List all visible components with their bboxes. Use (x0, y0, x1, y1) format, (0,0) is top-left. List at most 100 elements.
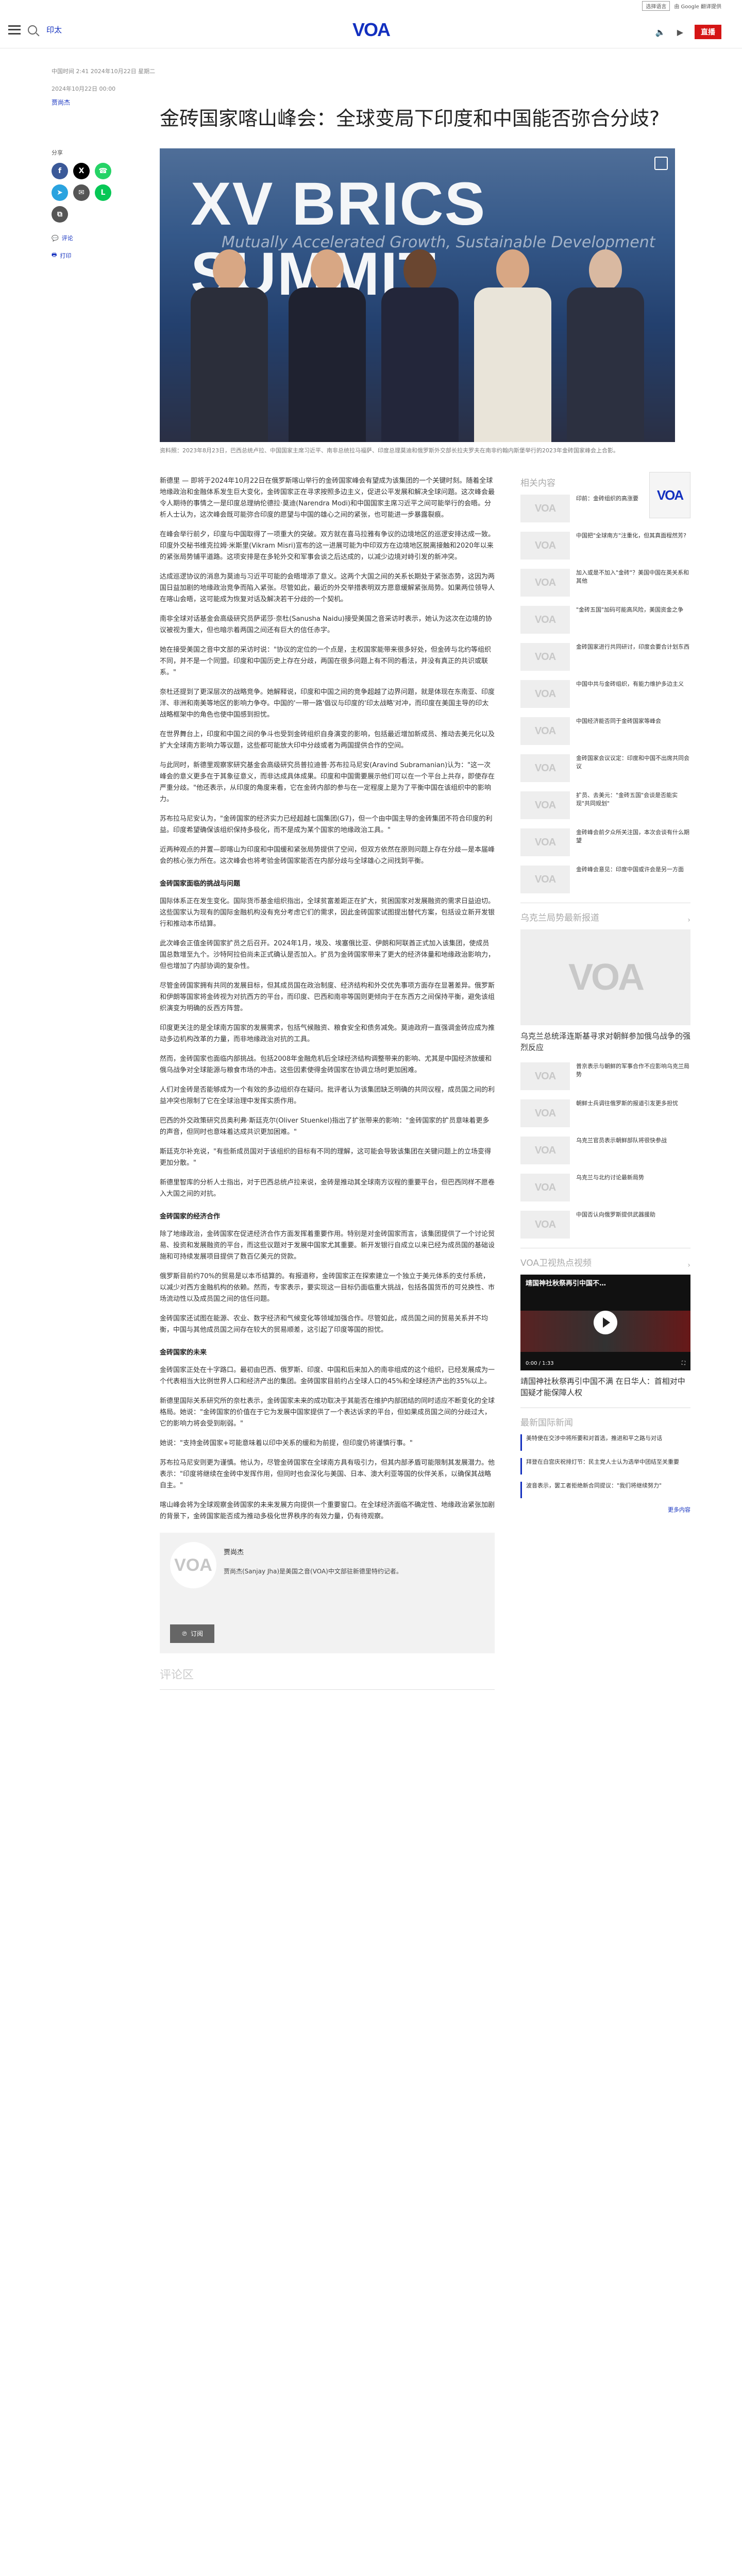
author-link[interactable]: 贾尚杰 (52, 98, 160, 107)
voa-thumb-icon: VOA (520, 680, 570, 708)
chevron-right-icon[interactable]: › (687, 916, 690, 924)
nav-link-indo-pacific[interactable]: 印太 (46, 24, 62, 35)
voa-thumb-icon: VOA (520, 643, 570, 671)
comment-label: 评论 (61, 235, 73, 242)
email-icon[interactable]: ✉ (73, 184, 90, 201)
line-icon[interactable]: L (95, 184, 111, 201)
related-item[interactable]: VOA 扩员、去美元："金砖五国"会谈是否能实现"共同规划" (520, 791, 690, 819)
paragraph: 斯廷克尔补充说，"有些新成员国对于该组织的目标有不同的理解，这可能会导致该集团在… (160, 1148, 491, 1167)
related-item[interactable]: VOA "金砖五国"加码可能高风险，美国资金之争 (520, 606, 690, 634)
feature-item[interactable]: VOA 乌克兰与北约讨论最新局势 (520, 1174, 690, 1201)
paragraph: 新德里国际关系研究所的奈杜表示，金砖国家未来的成功取决于其能否在维护内部团结的同… (160, 1397, 495, 1428)
feature-item[interactable]: VOA 普京表示与朝鲜的军事合作不应影响乌克兰局势 (520, 1062, 690, 1090)
related-item[interactable]: VOA 中国经济能否同于金砖国家等峰会 (520, 717, 690, 745)
related-item-title: 中国中共与金砖组织，有能力维护多边主义 (576, 681, 684, 687)
section-heading-future: 金砖国家的未来 (160, 1349, 207, 1357)
comment-link[interactable]: 💬 评论 (52, 234, 160, 242)
video-section-title[interactable]: VOA卫视热点视频 (520, 1256, 592, 1268)
paragraph: 尽管金砖国家拥有共同的发展目标，但其成员国在政治制度、经济结构和外交优先事项方面… (160, 982, 495, 1012)
video-caption[interactable]: 靖国神社秋祭再引中国不满 在日华人：首相对中国疑才能保障人权 (520, 1376, 690, 1398)
related-item[interactable]: VOA 金砖峰会意见：印度中国或许会是另一方面 (520, 866, 690, 893)
related-item[interactable]: VOA 中国中共与金砖组织，有能力维护多边主义 (520, 680, 690, 708)
paragraph: 巴西的外交政策研究员奥利弗·斯廷克尔(Oliver Stuenkel)指出了扩张… (160, 1117, 490, 1136)
feature-item[interactable]: VOA 乌克兰官员表示朝鲜部队将很快参战 (520, 1137, 690, 1164)
hero-sub-text: Mutually Accelerated Growth, Sustainable… (222, 233, 655, 251)
print-link[interactable]: 🖶 打印 (52, 250, 160, 260)
related-item-title: 金砖峰会意见：印度中国或许会是另一方面 (576, 866, 684, 873)
paragraph: 然而，金砖国家也面临内部挑战。包括2008年金融危机后全球经济结构调整带来的影响… (160, 1055, 492, 1074)
author-bio: 贾尚杰(Sanjay Jha)是美国之音(VOA)中文部驻新德里特约记者。 (224, 1568, 402, 1575)
menu-icon[interactable] (8, 25, 21, 35)
voa-thumb-icon: VOA (520, 1062, 570, 1090)
voa-thumb-icon: VOA (520, 866, 570, 893)
author-avatar: VOA (170, 1542, 216, 1588)
author-card-name[interactable]: 贾尚杰 (224, 1547, 402, 1558)
related-item[interactable]: VOA 加入或是不加入"金砖"？美国中国在英关系和其他 (520, 569, 690, 597)
related-item[interactable]: VOA 金砖国家会议议定：印度和中国不出席共同会议 (520, 754, 690, 782)
expand-icon[interactable] (654, 157, 668, 170)
paragraph: 金砖国家还试图在能源、农业、数字经济和气候变化等领域加强合作。尽管如此，成员国之… (160, 1315, 488, 1334)
paragraph: 新德里 — 即将于2024年10月22日在俄罗斯喀山举行的金砖国家峰会有望成为该… (160, 477, 495, 519)
floating-voa-logo[interactable]: VOA (649, 472, 690, 518)
rss-icon: ℗ (181, 1630, 188, 1637)
paragraph: 近两种观点的并置—即喀山为印度和中国缓和紧张局势提供了空间，但双方依然在原则问题… (160, 846, 495, 865)
site-header: 印太 VOA 🔈 ▶ 直播 (0, 11, 742, 48)
feature-item-title: 普京表示与朝鲜的军事合作不应影响乌克兰局势 (576, 1063, 689, 1078)
comment-icon: 💬 (52, 234, 59, 242)
paragraph: 苏布拉马尼安则更为谨慎。他认为，尽管金砖国家在全球南方具有吸引力，但其内部矛盾可… (160, 1459, 495, 1489)
hero-image[interactable]: XV BRICS SUMMIT Mutually Accelerated Gro… (160, 148, 675, 442)
related-item-title: 印前：金砖组织的高涨要 (576, 495, 638, 502)
feature-item[interactable]: VOA 朝鲜士兵调往俄罗斯的报道引发更多担忧 (520, 1099, 690, 1127)
voa-thumb-icon: VOA (520, 754, 570, 782)
video-icon[interactable]: ▶ (677, 27, 683, 37)
feature-section-title[interactable]: 乌克兰局势最新报道 (520, 910, 599, 923)
paragraph: 达成巡逻协议的消息为莫迪与习近平可能的会晤增添了意义。这两个大国之间的关系长期处… (160, 573, 495, 603)
print-label: 打印 (60, 252, 72, 259)
page-title: 金砖国家喀山峰会：全球变局下印度和中国能否弥合分歧? (160, 107, 660, 130)
feature-item[interactable]: VOA 中国否认向俄罗斯提供武器援助 (520, 1211, 690, 1239)
chevron-right-icon[interactable]: › (687, 1261, 690, 1269)
language-select[interactable]: 选择语言 (642, 1, 670, 11)
figure-lula (191, 249, 268, 442)
voa-thumb-icon: VOA (520, 1099, 570, 1127)
whatsapp-icon[interactable]: ☎ (95, 163, 111, 179)
related-item[interactable]: VOA 金砖国家进行共同研讨，印度会要合计划东西 (520, 643, 690, 671)
related-item-title: 金砖国家会议议定：印度和中国不出席共同会议 (576, 755, 689, 770)
voa-logo[interactable]: VOA (346, 19, 396, 40)
news-section-title[interactable]: 最新国际新闻 (520, 1415, 690, 1428)
figure-ramaphosa (381, 249, 459, 442)
telegram-icon[interactable]: ➤ (52, 184, 68, 201)
search-icon[interactable] (28, 25, 37, 35)
comments-title: 评论区 (160, 1670, 495, 1690)
feature-thumb[interactable]: VOA (520, 929, 690, 1025)
subscribe-button[interactable]: ℗ 订阅 (170, 1624, 214, 1643)
paragraph: 南非全球对话基金会高级研究员萨诺莎·奈杜(Sanusha Naidu)接受美国之… (160, 615, 492, 634)
news-item[interactable]: 拜登在白宫庆祝排灯节：民主党人士认为选举中团结至关重要 (520, 1458, 690, 1475)
hero-caption: 资料照：2023年8月23日，巴西总统卢拉、中国国家主席习近平、南非总统拉马福萨… (160, 447, 619, 454)
translate-label: 由 Google 翻译提供 (674, 4, 721, 10)
feature-headline[interactable]: 乌克兰总统泽连斯基寻求对朝鲜参加俄乌战争的强烈反应 (520, 1030, 690, 1053)
play-icon[interactable] (594, 1311, 617, 1334)
figure-xi (289, 249, 366, 442)
breadcrumb: 中国时间 2:41 2024年10月22日 星期二 (52, 68, 156, 75)
news-item[interactable]: 波音表示，罢工者拒绝新合同提议："我们将继续努力" (520, 1482, 690, 1498)
live-button[interactable]: 直播 (695, 25, 721, 39)
related-item[interactable]: VOA 金砖峰会前夕众所关注国，本次会谈有什么期望 (520, 828, 690, 856)
x-twitter-icon[interactable]: X (73, 163, 90, 179)
paragraph: 她在接受美国之音中文部的采访时说："协议的定位的一个点是，主权国家能带来很多好处… (160, 646, 491, 676)
facebook-icon[interactable]: f (52, 163, 68, 179)
paragraph: 在峰会举行前夕，印度与中国取得了一项重大的突破。双方就在喜马拉雅有争议的边境地区… (160, 531, 495, 561)
video-overlay-title: 靖国神社秋祭再引中国不… (526, 1280, 606, 1287)
copy-link-icon[interactable]: ⧉ (52, 206, 68, 223)
fullscreen-icon[interactable]: ⛶ (682, 1361, 685, 1366)
audio-icon[interactable]: 🔈 (655, 27, 666, 37)
related-item[interactable]: VOA 中国把"全球南方"注重化，但其真面程然芳? (520, 532, 690, 560)
video-player[interactable]: 靖国神社秋祭再引中国不… 0:00 / 1:33 ⛶ (520, 1275, 690, 1370)
news-item[interactable]: 美特使在交涉中将所要和对首选，推进和平之路与对话 (520, 1434, 690, 1451)
more-link[interactable]: 更多内容 (520, 1505, 690, 1514)
publish-date: 2024年10月22日 00:00 (52, 86, 116, 92)
feature-item-title: 中国否认向俄罗斯提供武器援助 (576, 1211, 655, 1218)
paragraph: 在世界舞台上，印度和中国之间的争斗也受到金砖组织自身演变的影响，包括最近增加新成… (160, 731, 495, 750)
feature-item-title: 乌克兰官员表示朝鲜部队将很快参战 (576, 1137, 667, 1144)
paragraph: 她说："支持金砖国家+可能意味着以印中关系的缓和为前提，但印度仍将谨慎行事。" (160, 1439, 413, 1447)
